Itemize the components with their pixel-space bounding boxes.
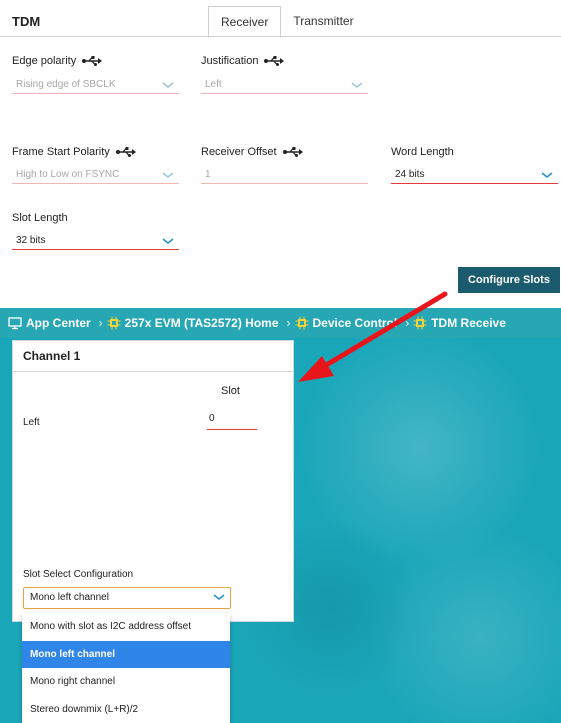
channel-dialog: Channel 1 Slot Left 0 Slot Select Config… xyxy=(12,340,294,622)
chevron-down-icon xyxy=(161,78,175,92)
breadcrumb-evm-home[interactable]: 257x EVM (TAS2572) Home xyxy=(107,316,279,330)
breadcrumb-app-center[interactable]: App Center xyxy=(8,316,91,330)
edge-polarity-select[interactable]: Rising edge of SBCLK xyxy=(12,76,179,94)
edge-polarity-label: Edge polarity xyxy=(12,55,103,67)
chevron-down-icon xyxy=(540,168,554,182)
slot-select-options: Mono with slot as I2C address offset Mon… xyxy=(22,613,230,723)
slot-column-header: Slot xyxy=(221,385,240,397)
dialog-title: Channel 1 xyxy=(23,349,81,363)
divider xyxy=(0,36,561,37)
tab-transmitter[interactable]: Transmitter xyxy=(281,6,365,36)
slot-length-label: Slot Length xyxy=(12,212,68,224)
divider xyxy=(13,371,293,372)
option-mono-right[interactable]: Mono right channel xyxy=(22,668,230,696)
chevron-right-icon: › xyxy=(98,316,103,330)
slot-select-config-label: Slot Select Configuration xyxy=(23,569,134,580)
tab-bar: Receiver Transmitter xyxy=(208,6,366,38)
chip-icon xyxy=(295,316,309,330)
chevron-down-icon xyxy=(350,78,364,92)
chip-icon xyxy=(107,316,121,330)
justification-select[interactable]: Left xyxy=(201,76,368,94)
breadcrumb: App Center › 257x EVM (TAS2572) Home › D… xyxy=(0,308,561,338)
panel-title: TDM xyxy=(12,14,41,29)
option-stereo-downmix[interactable]: Stereo downmix (L+R)/2 xyxy=(22,696,230,723)
usb-icon xyxy=(264,56,285,66)
usb-icon xyxy=(82,56,103,66)
breadcrumb-device-control[interactable]: Device Control xyxy=(295,316,397,330)
chevron-right-icon: › xyxy=(286,316,291,330)
receiver-offset-input[interactable]: 1 xyxy=(201,166,368,184)
chevron-right-icon: › xyxy=(405,316,410,330)
chip-icon xyxy=(413,316,427,330)
chevron-down-icon xyxy=(161,234,175,248)
justification-label: Justification xyxy=(201,55,285,67)
receiver-offset-label: Receiver Offset xyxy=(201,146,303,158)
slot-input[interactable]: 0 xyxy=(207,410,257,430)
configure-slots-button[interactable]: Configure Slots xyxy=(458,267,560,293)
usb-icon xyxy=(115,147,136,157)
tab-receiver[interactable]: Receiver xyxy=(208,6,282,38)
left-row-label: Left xyxy=(23,417,40,428)
chevron-down-icon xyxy=(212,590,226,604)
option-mono-i2c-offset[interactable]: Mono with slot as I2C address offset xyxy=(22,613,230,641)
slot-length-select[interactable]: 32 bits xyxy=(12,232,179,250)
breadcrumb-tdm-receive[interactable]: TDM Receive xyxy=(413,316,506,330)
usb-icon xyxy=(282,147,303,157)
option-mono-left[interactable]: Mono left channel xyxy=(22,640,230,668)
word-length-select[interactable]: 24 bits xyxy=(391,166,558,184)
word-length-label: Word Length xyxy=(391,146,454,158)
slot-select-config-dropdown[interactable]: Mono left channel xyxy=(23,587,231,609)
frame-start-polarity-select[interactable]: High to Low on FSYNC xyxy=(12,166,179,184)
chevron-down-icon xyxy=(161,168,175,182)
frame-start-polarity-label: Frame Start Polarity xyxy=(12,146,136,158)
monitor-icon xyxy=(8,316,22,330)
